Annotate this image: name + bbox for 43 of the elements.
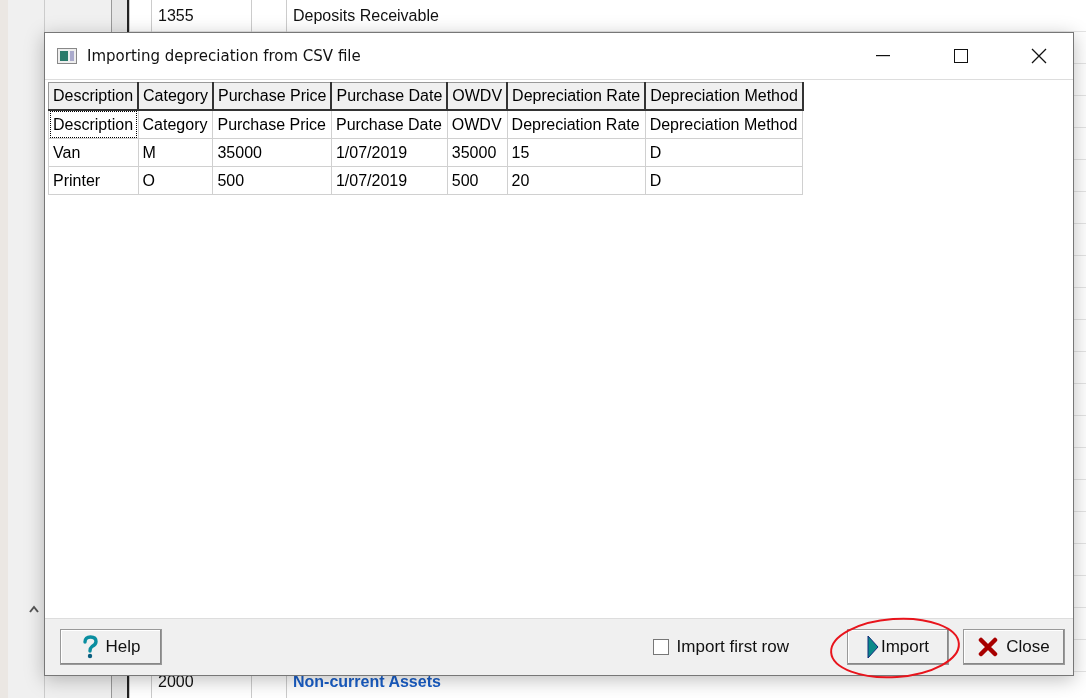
help-icon <box>81 635 98 659</box>
table-cell: 500 <box>212 166 332 195</box>
checkbox-label: Import first row <box>676 637 789 657</box>
window-title: Importing depreciation from CSV file <box>87 47 362 65</box>
maximize-icon <box>954 49 968 63</box>
table-cell: Printer <box>48 166 139 195</box>
scroll-up-icon[interactable] <box>28 604 40 614</box>
table-cell: M <box>138 138 213 167</box>
table-cell: 35000 <box>212 138 332 167</box>
row-selector[interactable] <box>111 0 129 32</box>
close-icon <box>1031 48 1047 64</box>
play-icon <box>866 635 879 659</box>
table-cell: 1/07/2019 <box>331 138 448 167</box>
table-cell: 1/07/2019 <box>331 166 448 195</box>
table-cell: Depreciation Method <box>645 110 803 139</box>
column-header[interactable]: Depreciation Rate <box>507 82 646 110</box>
window-icon <box>57 48 77 64</box>
table-cell: Category <box>138 110 213 139</box>
checkbox[interactable] <box>652 639 669 655</box>
column-header[interactable]: Description <box>48 82 139 110</box>
table-cell: Purchase Date <box>331 110 448 139</box>
table-cell: Van <box>48 138 139 167</box>
table-cell: OWDV <box>447 110 508 139</box>
help-button[interactable]: Help <box>60 629 162 665</box>
import-button[interactable]: Import <box>847 629 949 665</box>
table-cell: O <box>138 166 213 195</box>
table-cell: D <box>645 138 803 167</box>
table-cell: Depreciation Rate <box>507 110 646 139</box>
column-header[interactable]: Category <box>138 82 213 110</box>
column-header[interactable]: Purchase Price <box>212 82 332 110</box>
table-cell: 500 <box>447 166 508 195</box>
cross-icon <box>978 637 999 657</box>
table-cell: 35000 <box>447 138 508 167</box>
minimize-icon <box>876 55 890 57</box>
table-cell: 20 <box>507 166 646 195</box>
column-header[interactable]: Purchase Date <box>331 82 448 110</box>
close-dialog-button[interactable]: Close <box>963 629 1065 665</box>
table-cell: 15 <box>507 138 646 167</box>
column-header[interactable]: Depreciation Method <box>645 82 803 110</box>
table-cell: Description <box>48 110 139 139</box>
table-cell: Purchase Price <box>212 110 332 139</box>
table-cell: D <box>645 166 803 195</box>
column-header[interactable]: OWDV <box>447 82 508 110</box>
